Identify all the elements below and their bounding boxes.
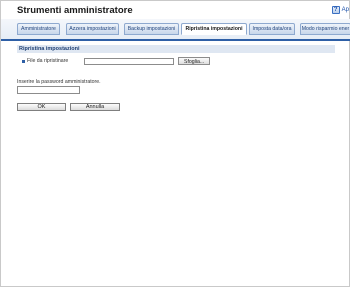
ok-button[interactable]: OK <box>17 103 66 111</box>
file-row: File da ripristinare Sfoglia... <box>17 56 335 66</box>
tab-bar: Amministratore Azzera impostazioni Backu… <box>1 19 350 41</box>
bullet-icon <box>22 59 25 63</box>
password-input[interactable] <box>17 86 80 94</box>
file-label: File da ripristinare <box>27 58 69 64</box>
page-title: Strumenti amministratore <box>17 5 133 16</box>
browse-button[interactable]: Sfoglia... <box>178 57 211 65</box>
cancel-button[interactable]: Annulla <box>70 103 120 111</box>
section-header: Ripristina impostazioni <box>17 45 335 53</box>
tab-modo-risparmio-energia[interactable]: Modo risparmio ener <box>300 23 350 35</box>
file-path-input[interactable] <box>84 57 174 65</box>
password-label: Inserire la password amministratore. <box>17 79 101 85</box>
help-label: Ap <box>341 7 349 13</box>
tab-backup-impostazioni[interactable]: Backup impostazioni <box>124 23 179 35</box>
tab-amministratore[interactable]: Amministratore <box>17 23 60 35</box>
help-icon: ? <box>331 6 340 14</box>
help-link[interactable]: ? Ap <box>331 6 349 14</box>
tab-azzera-impostazioni[interactable]: Azzera impostazioni <box>66 23 119 35</box>
tab-ripristina-impostazioni[interactable]: Ripristina impostazioni <box>181 23 247 35</box>
tab-imposta-data-ora[interactable]: Imposta data/ora <box>249 23 295 35</box>
